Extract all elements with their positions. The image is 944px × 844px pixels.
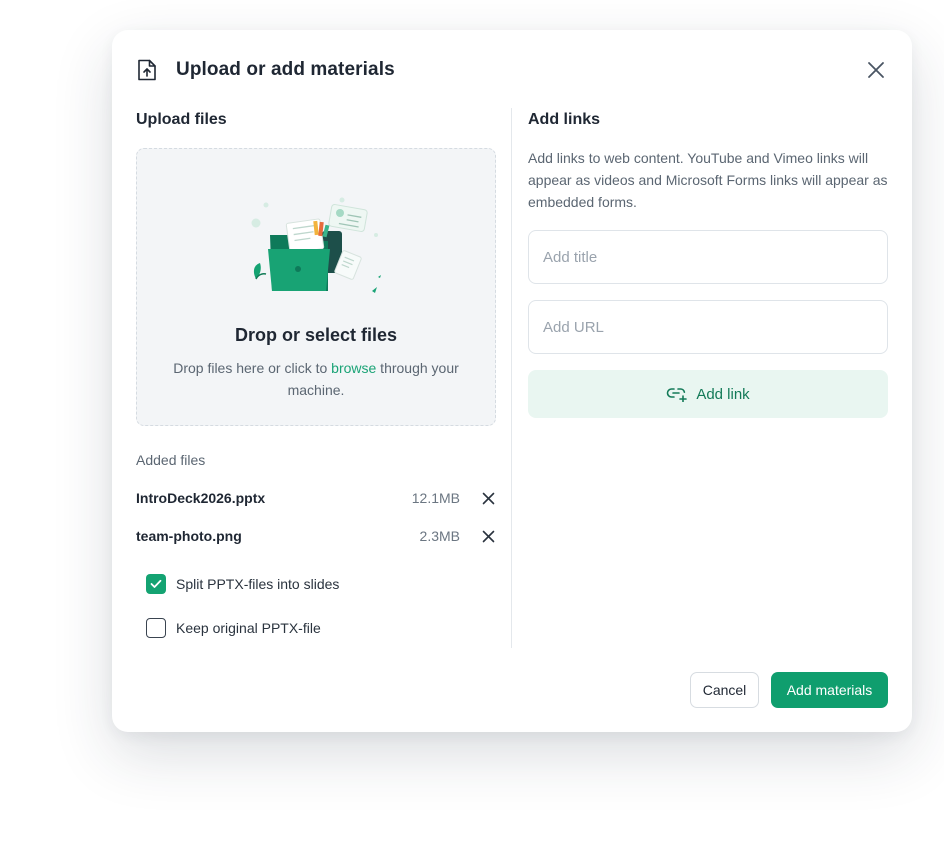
split-pptx-checkbox[interactable]	[146, 574, 166, 594]
file-upload-icon	[136, 58, 158, 82]
add-materials-button[interactable]: Add materials	[771, 672, 888, 708]
dropzone-title: Drop or select files	[234, 325, 398, 345]
file-dropzone[interactable]: Drop or select files Drop files here or …	[136, 148, 496, 426]
add-link-icon	[667, 388, 688, 402]
close-button[interactable]	[866, 60, 886, 80]
dropzone-instructions: Drop files here or click to browse throu…	[173, 360, 459, 398]
browse-link[interactable]: browse	[331, 360, 376, 376]
file-size: 2.3MB	[419, 528, 460, 544]
file-row: team-photo.png 2.3MB	[136, 524, 496, 548]
keep-original-checkbox[interactable]	[146, 618, 166, 638]
folder-files-illustration	[251, 197, 381, 293]
dialog-title: Upload or add materials	[176, 59, 395, 80]
remove-file-button[interactable]	[480, 490, 496, 506]
keep-original-option[interactable]: Keep original PPTX-file	[146, 618, 321, 638]
close-icon	[482, 492, 494, 504]
add-links-heading: Add links	[528, 111, 601, 128]
file-name: team-photo.png	[136, 528, 242, 544]
split-pptx-label: Split PPTX-files into slides	[176, 576, 340, 592]
add-links-description: Add links to web content. YouTube and Vi…	[528, 150, 888, 210]
column-divider	[511, 108, 512, 648]
file-size: 12.1MB	[411, 490, 460, 506]
dialog-header: Upload or add materials	[136, 58, 395, 82]
close-icon	[482, 530, 494, 542]
file-name: IntroDeck2026.pptx	[136, 490, 266, 506]
split-pptx-option[interactable]: Split PPTX-files into slides	[146, 574, 339, 594]
added-files-label: Added files	[136, 452, 206, 468]
add-link-button[interactable]: Add link	[528, 370, 888, 418]
cancel-button[interactable]: Cancel	[690, 672, 759, 708]
keep-original-label: Keep original PPTX-file	[176, 620, 321, 636]
upload-files-heading: Upload files	[136, 111, 227, 128]
link-title-input[interactable]	[528, 230, 888, 284]
checkmark-icon	[150, 579, 162, 588]
close-icon	[868, 62, 884, 78]
upload-materials-dialog: Upload or add materials Upload files Dro…	[112, 30, 912, 732]
add-link-label: Add link	[696, 385, 750, 403]
link-url-input[interactable]	[528, 300, 888, 354]
file-row: IntroDeck2026.pptx 12.1MB	[136, 486, 496, 510]
remove-file-button[interactable]	[480, 528, 496, 544]
